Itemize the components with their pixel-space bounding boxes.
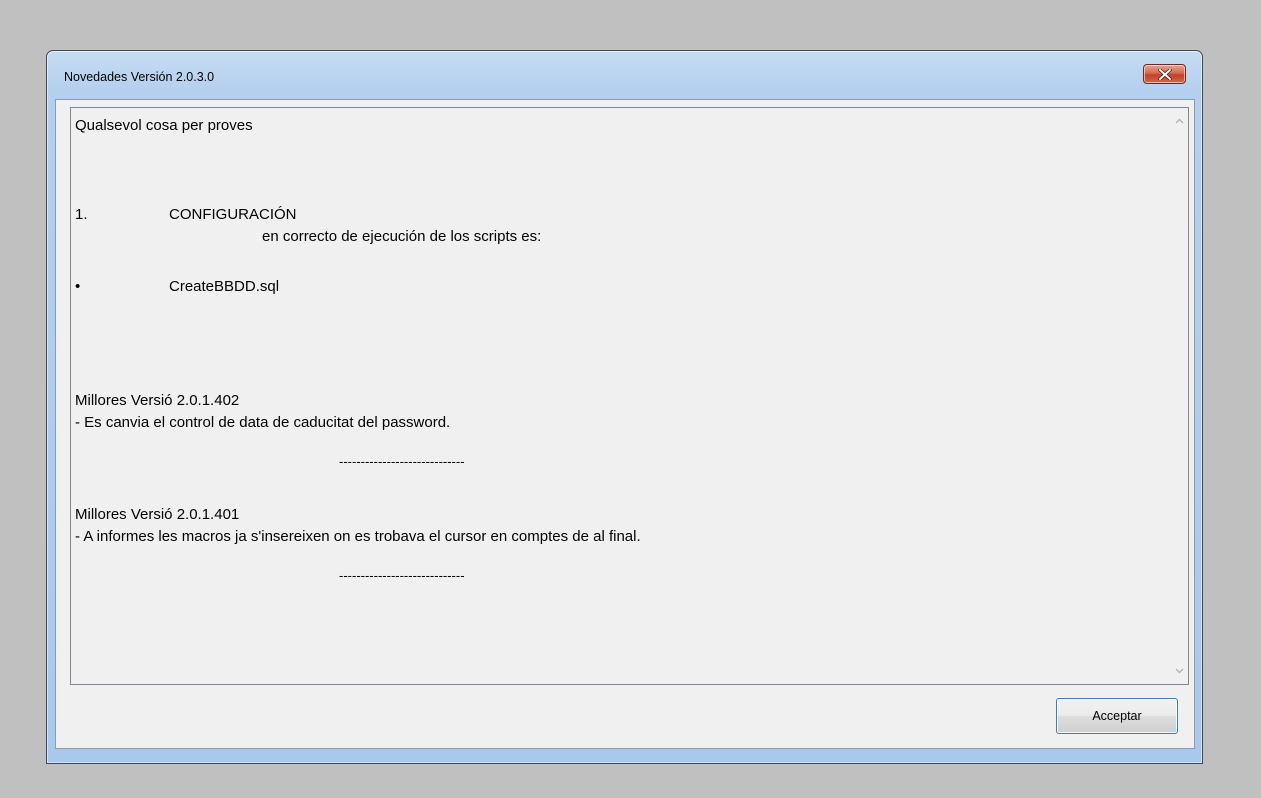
vertical-scrollbar[interactable] (1171, 108, 1188, 684)
window-title: Novedades Versión 2.0.3.0 (64, 70, 215, 84)
title-bar[interactable]: Novedades Versión 2.0.3.0 (47, 51, 1202, 99)
notes-section-heading: CONFIGURACIÓN (169, 206, 297, 223)
dialog-client-area: Qualsevol cosa per proves 1. CONFIGURACI… (55, 99, 1195, 749)
release-notes-textbox[interactable]: Qualsevol cosa per proves 1. CONFIGURACI… (70, 107, 1189, 685)
notes-list-number: 1. (75, 206, 88, 223)
notes-line-script-name: CreateBBDD.sql (169, 278, 280, 295)
accept-button[interactable]: Acceptar (1056, 698, 1178, 734)
notes-line-version-402: Millores Versió 2.0.1.402 (75, 392, 240, 409)
notes-separator: ----------------------------- (339, 454, 465, 469)
dialog-window: Novedades Versión 2.0.3.0 Qualsevol cosa… (46, 50, 1203, 764)
close-button[interactable] (1143, 64, 1186, 84)
notes-separator: ----------------------------- (339, 568, 465, 583)
notes-line-intro: Qualsevol cosa per proves (75, 117, 253, 134)
notes-line-scripts-order: en correcto de ejecución de los scripts … (262, 228, 542, 245)
notes-line-version-401: Millores Versió 2.0.1.401 (75, 506, 240, 523)
notes-line-change-401: - A informes les macros ja s'insereixen … (75, 528, 641, 545)
close-icon (1158, 69, 1172, 80)
notes-line-change-402: - Es canvia el control de data de caduci… (75, 414, 451, 431)
chevron-down-icon[interactable] (1174, 665, 1185, 676)
notes-bullet: • (75, 278, 81, 295)
chevron-up-icon[interactable] (1174, 116, 1185, 127)
